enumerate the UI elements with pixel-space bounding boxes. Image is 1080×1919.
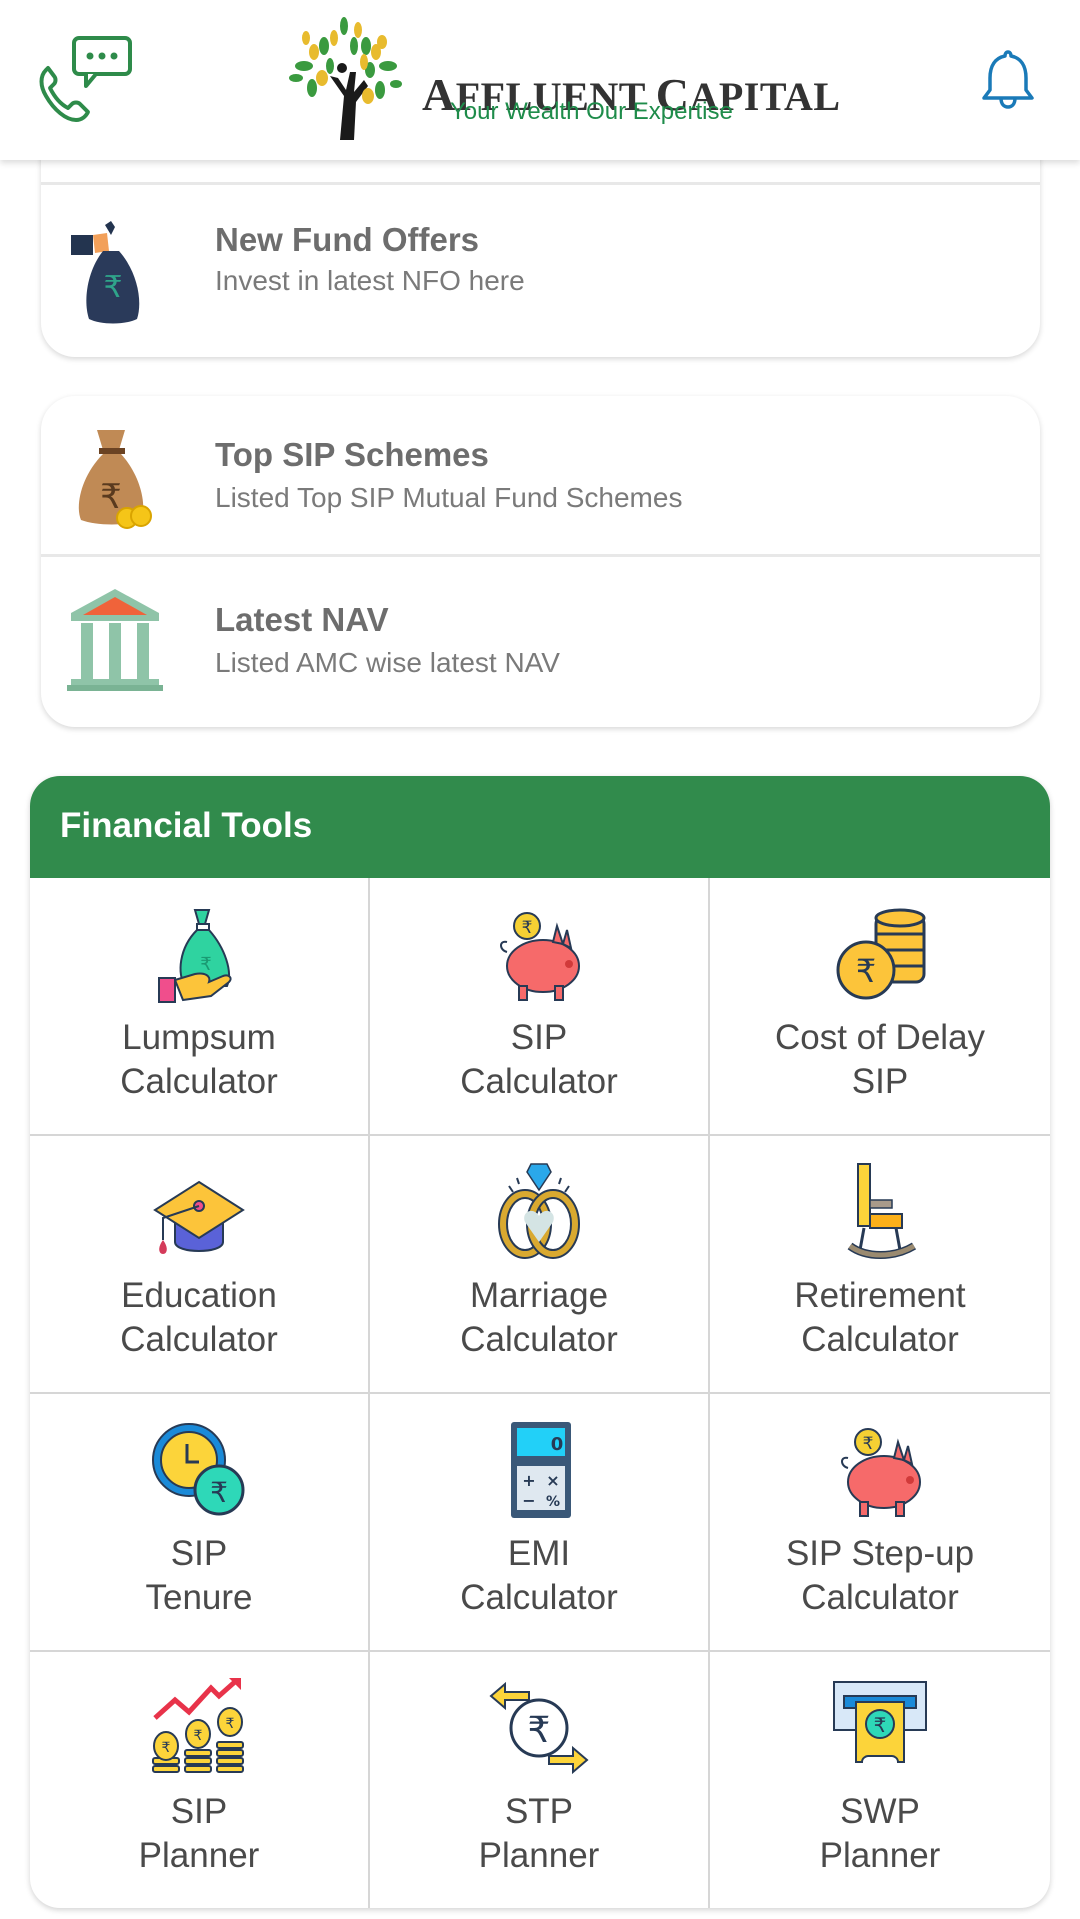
tool-cost-of-delay-sip[interactable]: ₹ Cost of Delay SIP [710, 878, 1050, 1136]
tool-label: SIP Step-up Calculator [785, 1534, 975, 1617]
tool-emi-calculator[interactable]: 0 + × − % EMI Calculator [370, 1394, 710, 1652]
list-item-top-sip-schemes[interactable]: ₹ Top SIP Schemes Listed Top SIP Mutual … [41, 396, 1040, 554]
financial-tools-header: Financial Tools [30, 776, 1050, 878]
brand-tagline: Your Wealth Our Expertise [450, 98, 733, 125]
financial-tools-title: Financial Tools [60, 806, 313, 845]
graduation-cap-icon [153, 1180, 245, 1254]
svg-text:₹: ₹ [863, 1434, 874, 1454]
tool-label: SIP Planner [138, 1792, 260, 1875]
tool-sip-tenure[interactable]: ₹ SIP Tenure [30, 1394, 370, 1652]
item-subtitle: Listed AMC wise latest NAV [215, 647, 560, 678]
svg-text:−: − [522, 1491, 535, 1510]
clock-rupee-icon: ₹ [152, 1423, 245, 1516]
item-title: New Fund Offers [215, 221, 480, 258]
tool-lumpsum-calculator[interactable]: ₹ Lumpsum Calculator [30, 878, 370, 1136]
svg-text:₹: ₹ [210, 1476, 228, 1509]
svg-text:₹: ₹ [522, 918, 533, 938]
money-bag-hand-icon: ₹ [158, 909, 232, 1003]
app-header: AFFLUENT CAPITAL Your Wealth Our Experti… [0, 0, 1080, 160]
svg-text:₹: ₹ [162, 1740, 171, 1756]
tool-label: EMI Calculator [460, 1534, 618, 1617]
tool-label: STP Planner [478, 1792, 600, 1875]
item-subtitle: Invest in latest NFO here [215, 265, 525, 296]
item-title: Top SIP Schemes [215, 436, 489, 473]
financial-tools-panel: Financial Tools ₹ Lumpsum Calculator ₹ S… [30, 776, 1050, 1908]
tree-logo-icon [289, 17, 402, 140]
calculator-icon: 0 + × − % [511, 1422, 571, 1518]
tool-label: SIP Calculator [460, 1018, 618, 1101]
item-title: Latest NAV [215, 601, 389, 638]
tools-grid: ₹ Lumpsum Calculator ₹ SIP Calculator ₹ … [30, 878, 1050, 1908]
rocking-chair-icon [847, 1163, 917, 1259]
item-subtitle: Listed Top SIP Mutual Fund Schemes [215, 482, 683, 513]
svg-text:₹: ₹ [874, 1713, 887, 1737]
tool-label: Lumpsum Calculator [120, 1018, 278, 1101]
tool-education-calculator[interactable]: Education Calculator [30, 1136, 370, 1394]
tool-label: SIP Tenure [145, 1534, 253, 1617]
bank-building-icon [67, 589, 163, 691]
schemes-card: ₹ Top SIP Schemes Listed Top SIP Mutual … [41, 396, 1040, 727]
svg-text:₹: ₹ [103, 270, 122, 305]
growth-coins-icon: ₹ ₹ ₹ [152, 1678, 244, 1773]
brand-logo: AFFLUENT CAPITAL Your Wealth Our Experti… [284, 16, 840, 140]
svg-text:₹: ₹ [856, 952, 876, 990]
tool-label: SWP Planner [819, 1792, 941, 1875]
bell-icon [982, 50, 1034, 109]
svg-text:+: + [522, 1471, 535, 1490]
svg-text:₹: ₹ [528, 1710, 551, 1751]
tool-retirement-calculator[interactable]: Retirement Calculator [710, 1136, 1050, 1394]
contact-button[interactable] [36, 34, 134, 124]
tool-label: Retirement Calculator [794, 1276, 966, 1359]
piggy-bank-icon: ₹ [500, 912, 580, 1001]
tool-sip-calculator[interactable]: ₹ SIP Calculator [370, 878, 710, 1136]
tool-sip-step-up-calculator[interactable]: ₹ SIP Step-up Calculator [710, 1394, 1050, 1652]
piggy-bank-icon: ₹ [841, 1428, 921, 1517]
rupee-transfer-icon: ₹ [489, 1681, 589, 1775]
tool-label: Cost of Delay SIP [774, 1018, 986, 1101]
wedding-rings-icon [498, 1163, 580, 1259]
coin-stack-icon: ₹ [836, 908, 926, 1000]
list-item-new-fund-offers[interactable]: ₹ New Fund Offers Invest in latest NFO h… [41, 185, 1040, 357]
svg-text:×: × [546, 1471, 559, 1490]
money-bag-hand-icon: ₹ [71, 221, 140, 324]
svg-text:₹: ₹ [226, 1716, 235, 1732]
tool-stp-planner[interactable]: ₹ STP Planner [370, 1652, 710, 1908]
tool-swp-planner[interactable]: ₹ SWP Planner [710, 1652, 1050, 1908]
svg-text:₹: ₹ [194, 1728, 203, 1744]
rupee-sack-coins-icon: ₹ [78, 430, 152, 529]
list-item-latest-nav[interactable]: Latest NAV Listed AMC wise latest NAV [41, 557, 1040, 727]
svg-text:₹: ₹ [200, 954, 211, 975]
tool-label: Marriage Calculator [460, 1276, 618, 1359]
svg-text:%: % [546, 1494, 560, 1510]
tool-label: Education Calculator [120, 1276, 278, 1359]
phone-chat-icon [39, 36, 132, 122]
atm-withdrawal-icon: ₹ [833, 1681, 927, 1763]
svg-text:0: 0 [551, 1434, 564, 1455]
tool-sip-planner[interactable]: ₹ ₹ ₹ SIP Planner [30, 1652, 370, 1908]
notifications-button[interactable] [980, 48, 1036, 110]
tool-marriage-calculator[interactable]: Marriage Calculator [370, 1136, 710, 1394]
